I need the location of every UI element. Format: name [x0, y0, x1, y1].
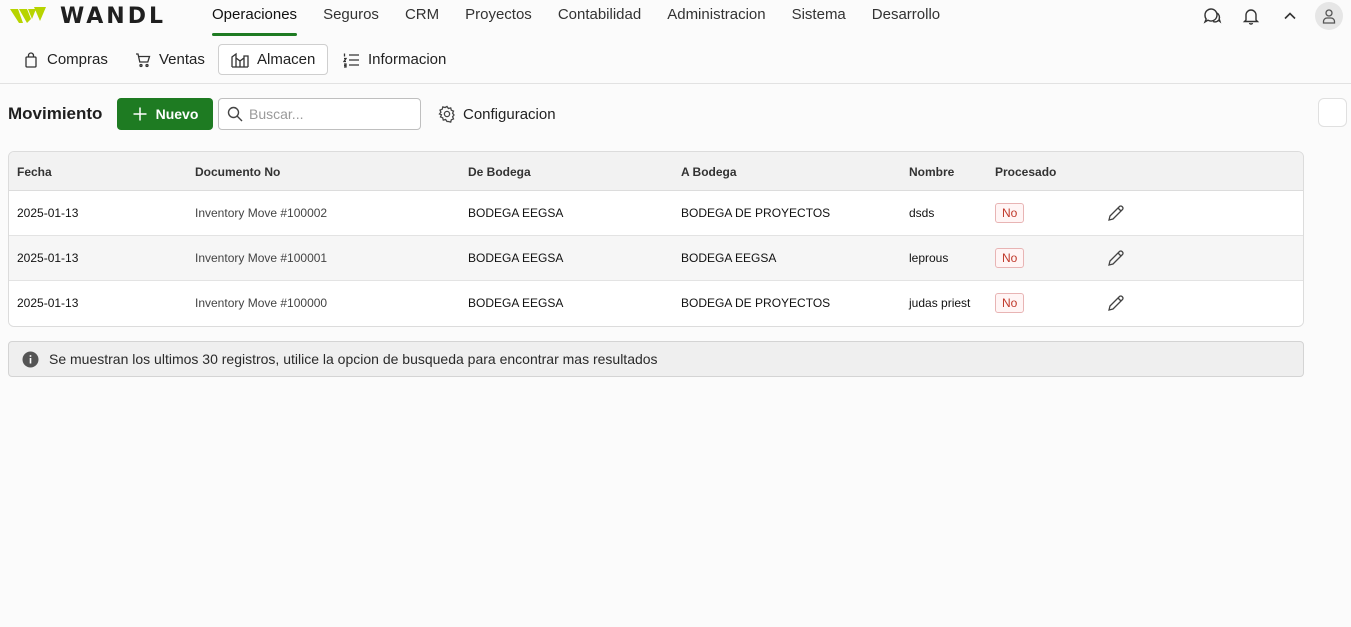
status-badge: No [995, 203, 1025, 223]
cell-de-bodega: BODEGA EEGSA [468, 251, 564, 265]
table-row[interactable]: 2025-01-13 Inventory Move #100001 BODEGA… [9, 236, 1303, 281]
search-icon [227, 106, 243, 122]
subnav-item-ventas[interactable]: Ventas [122, 44, 218, 75]
cell-nombre: dsds [909, 206, 935, 220]
edit-button[interactable] [1106, 248, 1126, 268]
logo-text: WANDL [60, 3, 166, 29]
nav-item-administracion[interactable]: Administracion [667, 0, 765, 38]
pencil-icon [1108, 295, 1124, 311]
config-button-label: Configuracion [463, 105, 556, 123]
info-message: Se muestran los ultimos 30 registros, ut… [49, 351, 658, 367]
cell-documento: Inventory Move #100000 [195, 296, 328, 310]
nav-item-sistema[interactable]: Sistema [792, 0, 846, 38]
cell-a-bodega: BODEGA DE PROYECTOS [681, 296, 831, 310]
user-icon [1322, 9, 1336, 24]
avatar[interactable] [1315, 2, 1343, 30]
plus-icon [133, 107, 147, 121]
subnav-label: Ventas [159, 51, 205, 68]
info-icon [22, 351, 39, 368]
cell-de-bodega: BODEGA EEGSA [468, 296, 564, 310]
nav-item-contabilidad[interactable]: Contabilidad [558, 0, 641, 38]
cell-nombre: leprous [909, 251, 949, 265]
pencil-icon [1108, 205, 1124, 221]
subnav-item-almacen[interactable]: Almacen [218, 44, 329, 75]
status-badge: No [995, 293, 1025, 313]
subnav-item-compras[interactable]: Compras [10, 44, 121, 75]
search-input[interactable] [249, 106, 409, 122]
nav-item-desarrollo[interactable]: Desarrollo [872, 0, 940, 38]
nav-item-operaciones[interactable]: Operaciones [212, 0, 298, 38]
header-a-bodega[interactable]: A Bodega [681, 165, 737, 179]
gear-icon [438, 105, 455, 123]
cell-fecha: 2025-01-13 [17, 206, 79, 220]
config-button[interactable]: Configuracion [438, 98, 556, 130]
chevron-up-icon[interactable] [1276, 2, 1304, 30]
subnav-label: Almacen [257, 51, 316, 68]
top-bar: WANDL Operaciones Seguros CRM Proyectos … [0, 0, 1351, 38]
logo-mark-icon [10, 7, 46, 23]
table-row[interactable]: 2025-01-13 Inventory Move #100000 BODEGA… [9, 281, 1303, 326]
subnav-item-informacion[interactable]: Informacion [330, 44, 459, 75]
shopping-bag-icon [25, 51, 37, 68]
list-icon [343, 53, 359, 68]
toolbar: Movimiento Nuevo Configuracion [8, 98, 1347, 130]
subnav-label: Compras [47, 51, 108, 68]
new-button-label: Nuevo [155, 106, 199, 122]
page-title: Movimiento [8, 104, 103, 123]
cell-documento: Inventory Move #100001 [195, 251, 328, 265]
bell-icon[interactable] [1237, 2, 1265, 30]
chat-icon[interactable] [1198, 2, 1226, 30]
nav-item-proyectos[interactable]: Proyectos [465, 0, 532, 38]
header-fecha[interactable]: Fecha [17, 165, 52, 179]
top-actions [1187, 2, 1343, 30]
subnav-label: Informacion [368, 51, 447, 68]
header-de-bodega[interactable]: De Bodega [468, 165, 531, 179]
movements-table: Fecha Documento No De Bodega A Bodega No… [8, 151, 1304, 327]
cell-a-bodega: BODEGA DE PROYECTOS [681, 206, 831, 220]
warehouse-icon [231, 52, 249, 68]
cell-fecha: 2025-01-13 [17, 251, 79, 265]
info-banner: Se muestran los ultimos 30 registros, ut… [8, 341, 1304, 377]
cell-a-bodega: BODEGA EEGSA [681, 251, 777, 265]
cell-documento: Inventory Move #100002 [195, 206, 328, 220]
nav-item-crm[interactable]: CRM [405, 0, 439, 38]
table-row[interactable]: 2025-01-13 Inventory Move #100002 BODEGA… [9, 191, 1303, 236]
main-nav: Operaciones Seguros CRM Proyectos Contab… [212, 0, 966, 38]
edit-button[interactable] [1106, 203, 1126, 223]
edit-button[interactable] [1106, 293, 1126, 313]
logo[interactable]: WANDL [10, 3, 166, 29]
header-procesado[interactable]: Procesado [995, 165, 1056, 179]
cell-de-bodega: BODEGA EEGSA [468, 206, 564, 220]
search-box [218, 98, 421, 130]
side-panel-toggle[interactable] [1318, 98, 1347, 127]
cell-nombre: judas priest [909, 296, 971, 310]
nav-item-seguros[interactable]: Seguros [323, 0, 379, 38]
sub-nav: Compras Ventas Almacen Informacion [0, 38, 1351, 84]
status-badge: No [995, 248, 1025, 268]
header-nombre[interactable]: Nombre [909, 165, 954, 179]
cart-icon [136, 52, 151, 67]
user-menu[interactable] [1315, 2, 1343, 30]
header-documento[interactable]: Documento No [195, 165, 280, 179]
table-header: Fecha Documento No De Bodega A Bodega No… [9, 152, 1303, 191]
cell-fecha: 2025-01-13 [17, 296, 79, 310]
new-button[interactable]: Nuevo [117, 98, 213, 130]
pencil-icon [1108, 250, 1124, 266]
